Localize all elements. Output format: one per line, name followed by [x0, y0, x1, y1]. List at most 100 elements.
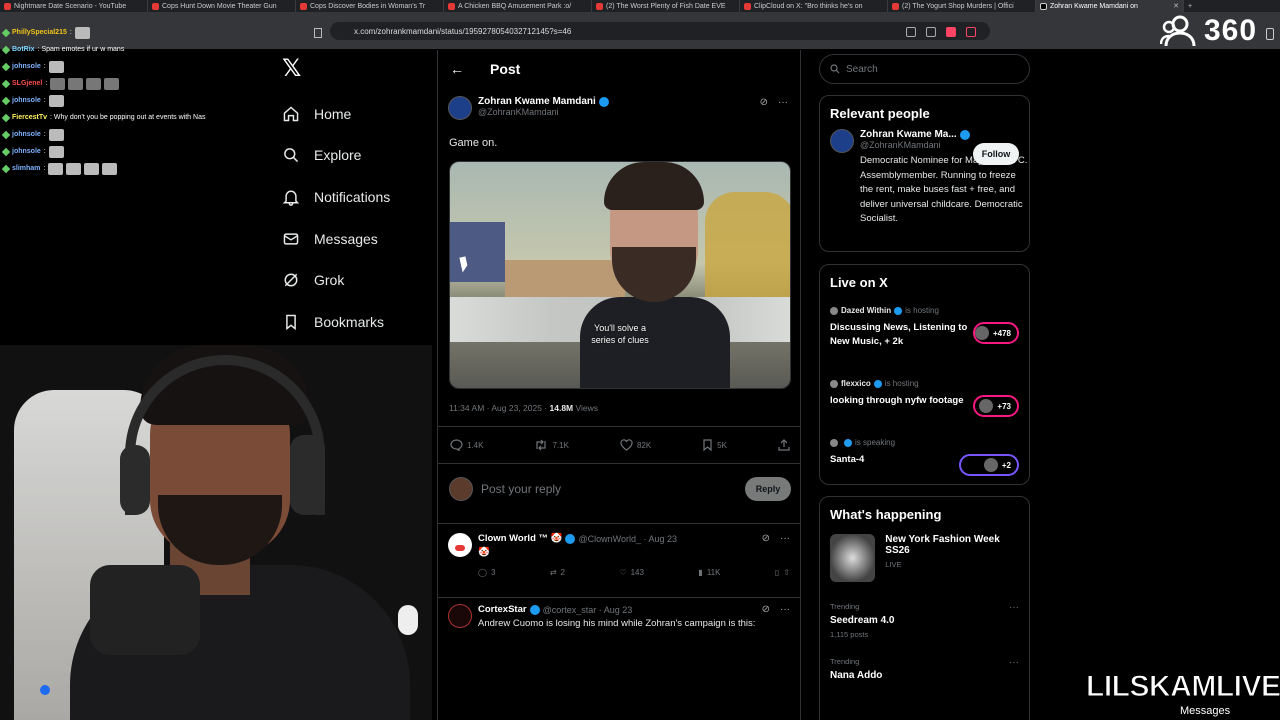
author-name[interactable]: Zohran Kwame Mamdani — [478, 96, 596, 107]
follow-button[interactable]: Follow — [973, 143, 1019, 165]
more-icon[interactable]: ··· — [778, 97, 788, 108]
author-name-row[interactable]: Zohran Kwame Mamdani — [478, 96, 609, 107]
more-icon[interactable]: ··· — [780, 604, 790, 615]
brave-shield-icon[interactable] — [946, 27, 956, 37]
chat-username[interactable]: FiercestTv — [12, 114, 47, 121]
microphone — [90, 565, 200, 655]
bookmark-page-icon[interactable] — [314, 28, 322, 38]
browser-menu-icon[interactable] — [1266, 28, 1274, 40]
browser-tab[interactable]: ClipCloud on X: "Bro thinks he's on — [740, 0, 888, 12]
post-video[interactable]: You'll solve a series of clues — [449, 161, 791, 389]
chat-text: : — [43, 165, 46, 172]
grok-icon[interactable]: ⊘ — [762, 533, 770, 544]
post-timestamp[interactable]: 11:34 AM · Aug 23, 2025 · — [449, 403, 550, 413]
nav-item-explore[interactable]: Explore — [282, 135, 432, 177]
share-icon[interactable] — [926, 27, 936, 37]
chat-username[interactable]: SLGjenel — [12, 80, 42, 87]
stream-chat: PhillySpecial215: BotRix: Spam emotes if … — [0, 24, 270, 177]
reply-item[interactable]: Clown World ™ 🤡 @ClownWorld_ · Aug 23 🤡 ⊘… — [448, 533, 792, 577]
reply-button[interactable]: Reply — [745, 477, 791, 501]
x-logo-icon[interactable]: 𝕏 — [282, 57, 304, 81]
like-action[interactable]: ♡ 143 — [619, 568, 644, 577]
trend-item[interactable]: Trending Seedream 4.0 1,115 posts ··· — [820, 602, 1029, 639]
rewards-icon[interactable] — [966, 27, 976, 37]
chat-username[interactable]: johnsole — [12, 63, 41, 70]
listener-avatar — [975, 326, 989, 340]
like-action[interactable]: 82K — [620, 439, 651, 451]
repost-action[interactable]: ⇄ 2 — [550, 568, 565, 577]
close-icon[interactable]: ✕ — [1173, 2, 1179, 10]
chat-text: : — [69, 29, 72, 36]
more-icon[interactable]: ··· — [1009, 602, 1019, 613]
browser-tab[interactable]: A Chicken BBQ Amusement Park :o/ — [444, 0, 592, 12]
person-name[interactable]: Zohran Kwame Ma... — [860, 129, 1028, 140]
avatar[interactable] — [448, 604, 472, 628]
listeners-badge[interactable]: +73 — [973, 395, 1019, 417]
reply-input[interactable]: Post your reply — [481, 482, 561, 496]
chat-username[interactable]: BotRix — [12, 46, 35, 53]
listeners-badge[interactable]: +478 — [973, 322, 1019, 344]
chat-username[interactable]: johnsole — [12, 97, 41, 104]
chat-username[interactable]: johnsole — [12, 131, 41, 138]
share-icon — [778, 439, 790, 451]
more-icon[interactable]: ··· — [780, 533, 790, 544]
new-tab-button[interactable]: + — [1184, 0, 1204, 12]
grok-icon[interactable]: ⊘ — [762, 604, 770, 615]
chat-username[interactable]: johnsole — [12, 148, 41, 155]
trend-label: Trending — [830, 657, 860, 666]
reply-text: Andrew Cuomo is losing his mind while Zo… — [478, 618, 756, 629]
post-column: ← Post Zohran Kwame Mamdani @ZohranKMamd… — [437, 50, 801, 720]
featured-event[interactable]: New York Fashion Week SS26 LIVE — [820, 522, 1029, 582]
live-space-item[interactable]: Dazed Within is hosting Discussing News, L… — [820, 306, 1029, 349]
avatar[interactable] — [448, 96, 472, 120]
listeners-badge[interactable]: +2 — [959, 454, 1019, 476]
repost-icon: ⇄ — [549, 568, 557, 577]
nav-item-messages[interactable]: Messages — [282, 218, 432, 260]
chat-username[interactable]: PhillySpecial215 — [12, 29, 67, 36]
post-author[interactable]: Zohran Kwame Mamdani @ZohranKMamdani — [448, 96, 609, 120]
browser-tab[interactable]: (2) The Worst Plenty of Fish Date EVE — [592, 0, 740, 12]
trend-label: Trending — [830, 602, 860, 611]
browser-tab[interactable]: Zohran Kwame Mamdani on ✕ — [1036, 0, 1184, 12]
reply-author[interactable]: CortexStar @cortex_star · Aug 23 — [478, 604, 755, 615]
views-action[interactable]: ▮ 11K — [698, 568, 720, 577]
reply-item[interactable]: CortexStar @cortex_star · Aug 23 Andrew C… — [448, 604, 792, 629]
grok-icon[interactable]: ⊘ — [760, 97, 768, 108]
address-bar[interactable]: x.com/zohrankmamdani/status/195927805403… — [330, 22, 990, 40]
browser-tab[interactable]: Cops Hunt Down Movie Theater Gun — [148, 0, 296, 12]
more-icon[interactable]: ··· — [1009, 657, 1019, 668]
bookmark-action[interactable]: 5K — [702, 439, 727, 451]
avatar[interactable] — [448, 533, 472, 557]
browser-tab[interactable]: Cops Discover Bodies in Woman's Tr — [296, 0, 444, 12]
reply-author[interactable]: Clown World ™ 🤡 @ClownWorld_ · Aug 23 — [478, 533, 677, 544]
chat-text: : Spam emotes if ur w mans — [37, 46, 125, 53]
back-arrow-icon[interactable]: ← — [450, 61, 464, 77]
author-handle[interactable]: @ZohranKMamdani — [478, 107, 609, 117]
verified-icon — [959, 129, 970, 140]
browser-tab[interactable]: Nightmare Date Scenario - YouTube — [0, 0, 148, 12]
live-space-item[interactable]: flexxico is hosting looking through nyfw f… — [820, 379, 1029, 417]
reply-action[interactable]: ◯ 3 — [478, 568, 495, 577]
chat-message: johnsole: — [0, 58, 270, 75]
chat-username[interactable]: slimham — [12, 165, 40, 172]
search-input[interactable]: Search — [819, 54, 1030, 84]
nav-item-home[interactable]: Home — [282, 93, 432, 135]
browser-tab[interactable]: (2) The Yogurt Shop Murders | Offici — [888, 0, 1036, 12]
messages-drawer-tab[interactable]: Messages — [1180, 705, 1230, 717]
avatar[interactable] — [830, 129, 854, 153]
cast-icon[interactable] — [906, 27, 916, 37]
reply-action[interactable]: 1.4K — [450, 439, 483, 451]
grok-icon — [284, 273, 298, 287]
share-icon[interactable]: ⇧ — [783, 568, 790, 577]
repost-action[interactable]: 7.1K — [534, 439, 569, 451]
nav-item-bookmarks[interactable]: Bookmarks — [282, 301, 432, 343]
nav-item-grok[interactable]: Grok — [282, 259, 432, 301]
share-action[interactable] — [778, 439, 790, 451]
live-space-item[interactable]: is speaking Santa-4 +2 — [820, 438, 1029, 476]
listener-avatar — [979, 399, 994, 413]
bookmark-action[interactable]: ▯ ⇧ — [775, 568, 790, 577]
trend-item[interactable]: Trending Nana Addo ··· — [820, 657, 1029, 681]
avatar[interactable] — [449, 477, 473, 501]
chat-text: : — [45, 80, 48, 87]
nav-item-notifications[interactable]: Notifications — [282, 176, 432, 218]
